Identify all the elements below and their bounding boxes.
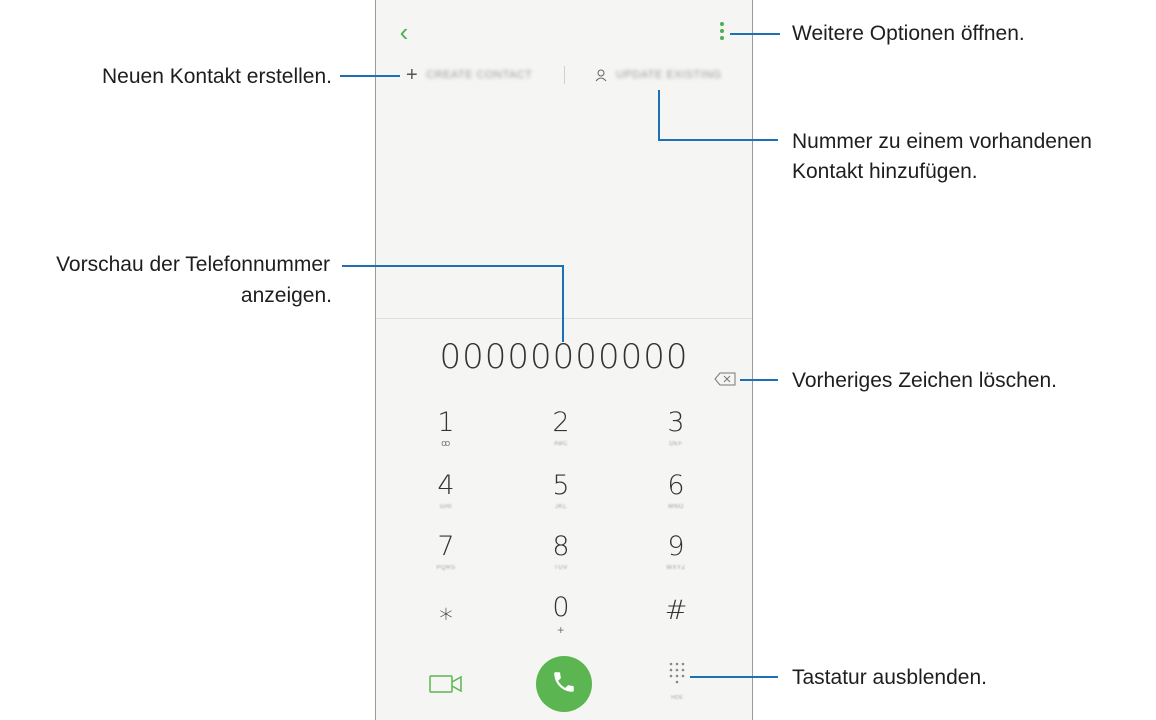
- key-plus: +: [557, 623, 565, 637]
- key-5[interactable]: 5 JKL: [516, 471, 606, 531]
- annotation-preview-1: Vorschau der Telefonnummer: [56, 253, 330, 276]
- key-8[interactable]: 8 TUV: [516, 532, 606, 592]
- key-2[interactable]: 2 ABC: [516, 408, 606, 468]
- update-existing-button[interactable]: UPDATE EXISTING: [594, 63, 722, 87]
- key-digit: 1: [437, 407, 455, 438]
- key-0[interactable]: 0 +: [516, 593, 606, 653]
- annotation-add-existing-2: Kontakt hinzufügen.: [792, 160, 978, 183]
- hide-label: HIDE: [671, 695, 683, 701]
- key-letters: DEF: [669, 441, 683, 447]
- more-vertical-icon[interactable]: [714, 20, 730, 48]
- keypad-icon: [669, 662, 685, 684]
- call-button[interactable]: [536, 656, 592, 712]
- phone-icon: [551, 669, 577, 700]
- annotation-preview-2: anzeigen.: [240, 284, 332, 307]
- key-digit: #: [664, 595, 688, 626]
- key-star[interactable]: ⁎: [401, 596, 491, 656]
- callout-line-preview-h: [342, 265, 563, 267]
- hide-keypad-button[interactable]: HIDE: [666, 660, 692, 701]
- key-letters: GHI: [439, 504, 453, 510]
- key-4[interactable]: 4 GHI: [401, 471, 491, 531]
- video-call-icon[interactable]: [428, 672, 464, 696]
- callout-line-hide: [690, 676, 778, 678]
- annotation-delete-char: Vorheriges Zeichen löschen.: [792, 369, 1057, 392]
- key-digit: ⁎: [439, 595, 453, 626]
- callout-line-delete: [740, 379, 778, 381]
- key-letters: JKL: [555, 504, 567, 510]
- key-letters: PQRS: [436, 565, 456, 571]
- plus-icon: +: [406, 63, 419, 86]
- key-digit: 5: [552, 470, 570, 501]
- key-hash[interactable]: #: [631, 596, 721, 656]
- callout-line-create: [340, 75, 400, 77]
- backspace-icon[interactable]: [714, 372, 736, 386]
- callout-line-preview-v: [562, 265, 564, 342]
- callout-line-update-v: [658, 90, 660, 141]
- annotation-hide-keypad: Tastatur ausblenden.: [792, 666, 987, 689]
- key-letters: ABC: [554, 441, 568, 447]
- callout-line-more: [730, 33, 780, 35]
- key-digit: 9: [667, 531, 685, 562]
- key-digit: 3: [667, 407, 685, 438]
- key-digit: 6: [667, 470, 685, 501]
- key-letters: WXYZ: [666, 565, 686, 571]
- key-6[interactable]: 6 MNO: [631, 471, 721, 531]
- key-digit: 2: [552, 407, 570, 438]
- key-letters: MNO: [668, 504, 684, 510]
- create-contact-button[interactable]: + CREATE CONTACT: [406, 63, 532, 87]
- phone-number-preview: 00000000000: [439, 337, 689, 377]
- key-letters: TUV: [554, 565, 568, 571]
- dialer-screen: ‹ + CREATE CONTACT UPDATE EXISTING 00000…: [375, 0, 753, 720]
- create-contact-label: CREATE CONTACT: [426, 69, 533, 81]
- key-digit: 0: [552, 592, 570, 623]
- key-digit: 4: [437, 470, 455, 501]
- key-digit: 8: [552, 531, 570, 562]
- chevron-left-icon[interactable]: ‹: [390, 18, 418, 46]
- person-icon: [594, 68, 608, 82]
- callout-line-update-h: [658, 139, 778, 141]
- actions-divider: [564, 66, 565, 84]
- update-existing-label: UPDATE EXISTING: [616, 69, 722, 81]
- key-1[interactable]: 1ꝏ: [401, 408, 491, 468]
- annotation-more-options: Weitere Optionen öffnen.: [792, 22, 1025, 45]
- key-digit: 7: [437, 531, 455, 562]
- key-3[interactable]: 3 DEF: [631, 408, 721, 468]
- key-9[interactable]: 9 WXYZ: [631, 532, 721, 592]
- key-7[interactable]: 7 PQRS: [401, 532, 491, 592]
- voicemail-icon: ꝏ: [441, 438, 451, 448]
- annotation-add-existing-1: Nummer zu einem vorhandenen: [792, 130, 1092, 153]
- annotation-create-contact: Neuen Kontakt erstellen.: [102, 65, 332, 88]
